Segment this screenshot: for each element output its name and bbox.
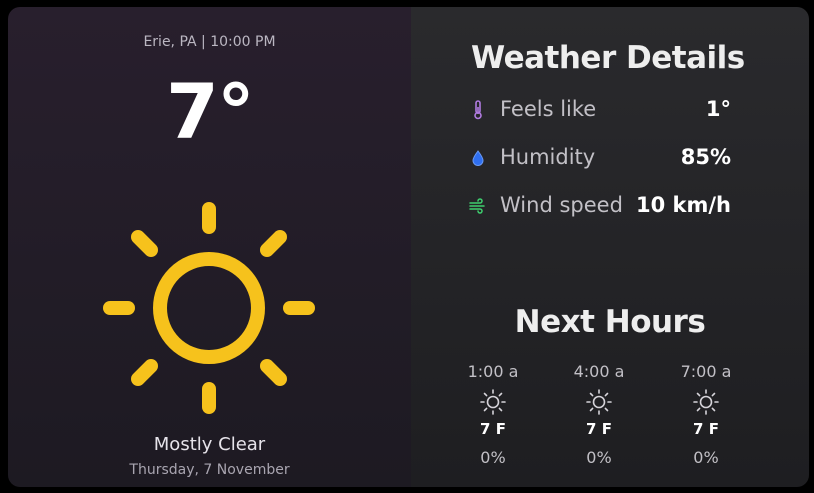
current-temperature: 7° — [166, 67, 255, 156]
detail-value: 1° — [705, 97, 731, 121]
detail-row-humidity: Humidity 85% — [469, 143, 731, 173]
detail-value: 85% — [680, 145, 731, 169]
hour-time: 7:00 a — [680, 362, 732, 381]
sun-icon — [693, 389, 719, 415]
condition-text: Mostly Clear — [153, 434, 266, 455]
sun-icon — [103, 202, 315, 414]
hour-temp: 7 F — [693, 420, 719, 438]
detail-label: Wind speed — [500, 193, 623, 217]
location-time: Erie, PA | 10:00 PM — [143, 34, 276, 50]
current-weather-panel: Erie, PA | 10:00 PM 7° Mostly Clear Thur… — [8, 7, 411, 487]
hour-precip: 0% — [480, 448, 506, 467]
water-drop-icon — [472, 150, 484, 166]
hour-precip: 0% — [586, 448, 612, 467]
detail-label: Feels like — [500, 97, 597, 121]
hour-forecast-item: 1:00 a 7 F 0% — [453, 362, 533, 467]
hour-time: 1:00 a — [467, 362, 519, 381]
detail-row-feels-like: Feels like 1° — [469, 95, 731, 125]
next-hours-title: Next Hours — [514, 304, 706, 340]
details-title: Weather Details — [471, 40, 745, 76]
weather-widget: Erie, PA | 10:00 PM 7° Mostly Clear Thur… — [8, 7, 809, 487]
detail-label: Humidity — [500, 145, 596, 169]
wind-icon — [469, 198, 485, 214]
hour-forecast-item: 4:00 a 7 F 0% — [559, 362, 639, 467]
details-panel: Weather Details Feels like 1° Humidity 8… — [411, 7, 809, 487]
detail-row-wind-speed: Wind speed 10 km/h — [469, 191, 731, 221]
date-text: Thursday, 7 November — [129, 462, 290, 478]
hour-temp: 7 F — [480, 420, 506, 438]
thermometer-icon — [474, 100, 482, 120]
hour-time: 4:00 a — [573, 362, 625, 381]
sun-icon — [480, 389, 506, 415]
detail-value: 10 km/h — [635, 193, 731, 217]
hour-temp: 7 F — [586, 420, 612, 438]
hour-forecast-item: 7:00 a 7 F 0% — [666, 362, 746, 467]
hour-precip: 0% — [693, 448, 719, 467]
sun-icon — [586, 389, 612, 415]
